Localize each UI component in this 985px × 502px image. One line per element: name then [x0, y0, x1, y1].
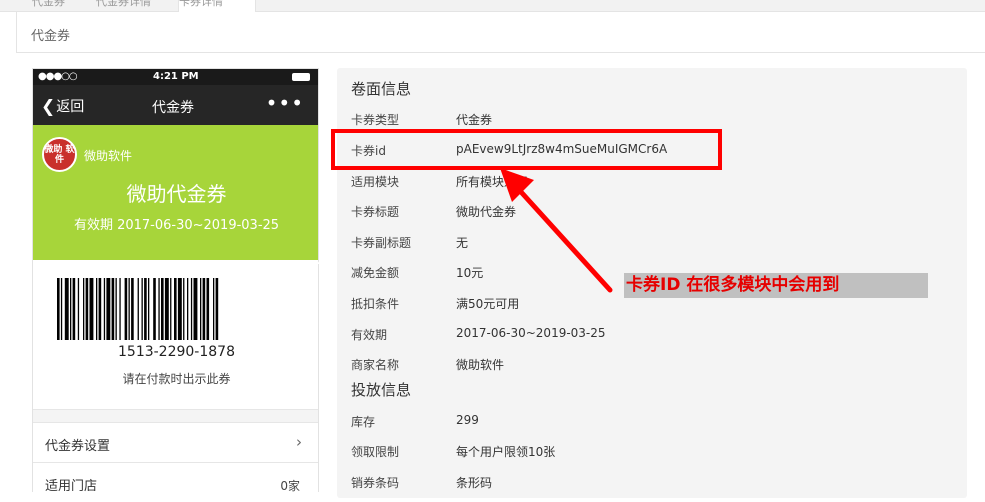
- nav-title: 代金券: [152, 100, 194, 116]
- tab-coupon-detail[interactable]: 代金券详情: [96, 0, 176, 12]
- phone-nav-bar: ❮返回 代金券 •••: [33, 85, 318, 125]
- signal-icon: ●●●○○: [38, 71, 78, 82]
- row-label: 卡券类型: [351, 113, 400, 127]
- more-icon[interactable]: •••: [266, 91, 304, 115]
- phone-status-bar: ●●●○○ 4:21 PM: [33, 69, 318, 85]
- battery-icon: [292, 73, 310, 81]
- row-label: 卡券标题: [351, 205, 400, 219]
- face-info-heading: 卷面信息: [351, 80, 412, 98]
- row-label: 抵扣条件: [351, 297, 400, 311]
- row-value: 10元: [456, 266, 484, 280]
- back-label: 返回: [56, 99, 85, 115]
- chevron-right-icon: ›: [296, 433, 302, 451]
- barcode-number: 1513-2290-1878: [118, 344, 235, 360]
- row-label: 有效期: [351, 328, 388, 342]
- row-value: 微助软件: [456, 358, 505, 372]
- row-label: 减免金额: [351, 266, 400, 280]
- row-value: 代金券: [456, 113, 493, 127]
- row-value: 无: [456, 236, 469, 250]
- menu-label: 代金券设置: [45, 439, 111, 454]
- coupon-title: 微助代金券: [126, 182, 227, 206]
- distribution-info-heading: 投放信息: [351, 381, 412, 399]
- row-value: 299: [456, 413, 479, 427]
- menu-value: 0家: [280, 479, 300, 493]
- coupon-card: 微助 软件 微助软件 微助代金券 有效期 2017-06-30~2019-03-…: [33, 125, 320, 264]
- section-header: 代金券: [16, 12, 985, 53]
- tab-coupon[interactable]: 代金券: [32, 0, 92, 12]
- brand-logo: 微助 软件: [42, 137, 77, 172]
- phone-preview: ●●●○○ 4:21 PM ❮返回 代金券 ••• 微助 软件 微助软件 微助代…: [32, 68, 320, 502]
- row-label: 领取限制: [351, 445, 400, 459]
- section-title: 代金券: [31, 29, 71, 44]
- coupon-validity: 有效期 2017-06-30~2019-03-25: [73, 218, 280, 233]
- annotation-label: 卡券ID 在很多模块中会用到: [624, 273, 928, 298]
- row-value: 每个用户限领10张: [456, 445, 556, 459]
- applicable-stores-row[interactable]: 适用门店 0家: [33, 462, 318, 502]
- row-label: 销券条码: [351, 476, 400, 490]
- barcode-tip: 请在付款时出示此券: [122, 372, 231, 386]
- menu-label: 适用门店: [45, 479, 98, 494]
- chevron-left-icon: ❮: [41, 97, 56, 117]
- row-label: 库存: [351, 415, 376, 429]
- tab-card-detail[interactable]: 卡券详情: [178, 0, 256, 12]
- barcode-section: 1513-2290-1878 请在付款时出示此券: [33, 260, 318, 410]
- status-time: 4:21 PM: [153, 71, 199, 82]
- row-value: 2017-06-30~2019-03-25: [456, 326, 606, 340]
- row-value: 条形码: [456, 476, 493, 490]
- annotation-arrow-icon: [500, 168, 613, 293]
- row-label: 商家名称: [351, 358, 400, 372]
- top-tab-bar: 代金券 代金券详情 卡券详情: [0, 0, 985, 12]
- back-button[interactable]: ❮返回: [41, 96, 84, 117]
- row-label: 适用模块: [351, 175, 400, 189]
- barcode-image: [57, 278, 219, 340]
- coupon-settings-row[interactable]: 代金券设置 ›: [33, 422, 318, 462]
- row-label: 卡券副标题: [351, 236, 412, 250]
- brand-name: 微助软件: [84, 149, 133, 163]
